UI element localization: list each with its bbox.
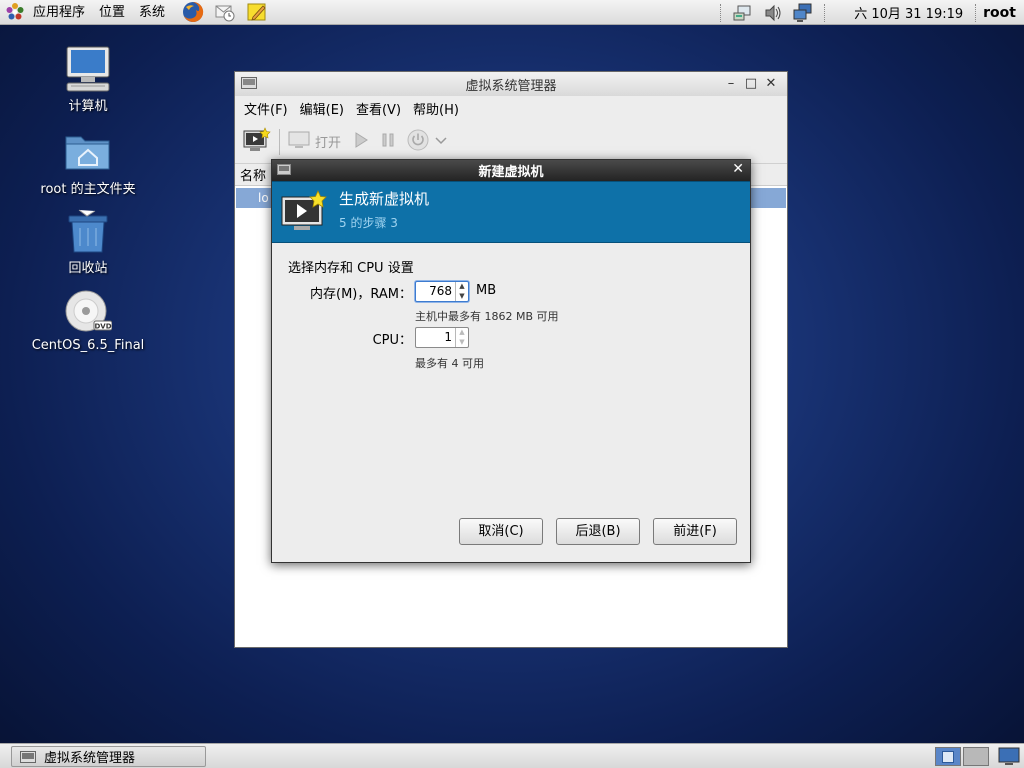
toolbar-separator [279,128,280,155]
places-menu[interactable]: 位置 [92,0,132,25]
menu-file[interactable]: 文件(F) [238,99,294,118]
dvd-icon: DVD [62,288,114,336]
monitor-icon [288,131,310,153]
maximize-button[interactable]: □ [741,74,761,94]
system-tray: 六 10月 31 19:19 root [714,0,1024,25]
new-vm-icon[interactable] [243,126,271,157]
network-printer-icon[interactable] [730,1,756,25]
dialog-header-title: 生成新虚拟机 [339,190,430,208]
desktop-icon-dvd[interactable]: DVD CentOS_6.5_Final [28,288,148,353]
memory-label: 内存(M)，RAM： [310,287,412,302]
menu-view[interactable]: 查看(V) [350,99,407,118]
shutdown-menu-button[interactable] [435,134,447,149]
tray-separator [720,3,722,22]
back-button[interactable]: 后退(B) [556,518,640,545]
menu-help[interactable]: 帮助(H) [407,99,465,118]
pause-button[interactable] [381,133,395,151]
toolbar: 打开 [235,120,787,164]
clock[interactable]: 六 10月 31 19:19 [832,3,975,22]
trash-icon [62,207,114,255]
cpu-stepper[interactable]: 1 ▲ ▼ [415,327,469,348]
home-folder-icon [62,128,114,176]
new-vm-dialog: 新建虚拟机 ✕ 生成新虚拟机 5 的步骤 3 选择内存和 CPU 设置 内存(M… [271,159,751,563]
taskbar-window-label: 虚拟系统管理器 [44,751,136,766]
cpu-stepper-arrows: ▲ ▼ [455,328,468,347]
cpu-input[interactable]: 1 [416,328,455,347]
applications-menu[interactable]: 应用程序 [26,0,92,25]
desktop-icon-computer[interactable]: 计算机 [28,45,148,114]
workspace-2[interactable] [963,747,989,766]
window-titlebar[interactable]: 虚拟系统管理器 – □ ✕ [235,72,787,96]
section-title: 选择内存和 CPU 设置 [288,261,414,276]
increment-arrow-icon[interactable]: ▲ [456,328,468,338]
chevron-down-icon [435,134,447,149]
cpu-label: CPU： [372,333,412,348]
window-controls: – □ ✕ [721,74,781,94]
forward-button[interactable]: 前进(F) [653,518,737,545]
taskbar-window-button[interactable]: 虚拟系统管理器 [11,746,206,767]
tray-separator [824,3,826,22]
computer-icon [62,45,114,93]
note-icon[interactable] [244,0,270,24]
open-label: 打开 [315,136,342,151]
show-desktop-icon[interactable] [998,746,1020,768]
window-title: 虚拟系统管理器 [465,78,557,94]
desktop-icon-label: root 的主文件夹 [40,182,136,197]
pause-icon [381,133,395,151]
panel-menu: 应用程序 位置 系统 [0,0,273,25]
run-button[interactable] [353,131,369,152]
user-switcher[interactable]: root [977,5,1024,21]
open-button[interactable]: 打开 [288,131,341,153]
workspace-1[interactable] [935,747,961,766]
decrement-arrow-icon[interactable]: ▼ [456,338,468,348]
dialog-titlebar[interactable]: 新建虚拟机 ✕ [272,160,750,181]
dialog-step-indicator: 5 的步骤 3 [339,216,398,230]
memory-input[interactable]: 768 [416,282,455,301]
decrement-arrow-icon[interactable]: ▼ [456,292,468,302]
menubar: 文件(F) 编辑(E) 查看(V) 帮助(H) [235,96,787,120]
svg-text:DVD: DVD [94,323,111,331]
memory-unit: MB [476,283,497,298]
applications-menu-icon[interactable] [4,0,26,24]
new-vm-icon [280,189,328,237]
top-panel: 应用程序 位置 系统 六 10月 31 19:19 root [0,0,1024,25]
firefox-icon[interactable] [180,0,206,24]
system-menu[interactable]: 系统 [132,0,172,25]
minimize-button[interactable]: – [721,74,741,94]
mail-clock-icon[interactable] [212,0,238,24]
play-icon [353,131,369,152]
bottom-panel: 虚拟系统管理器 [0,743,1024,768]
memory-stepper-arrows: ▲ ▼ [455,282,468,301]
dialog-close-button[interactable]: ✕ [732,161,744,177]
memory-stepper[interactable]: 768 ▲ ▼ [415,281,469,302]
memory-hint: 主机中最多有 1862 MB 可用 [415,310,559,323]
desktop-icon-home-folder[interactable]: root 的主文件夹 [28,128,148,197]
desktop-icon-label: 计算机 [68,99,108,114]
dialog-header-banner: 生成新虚拟机 5 的步骤 3 [272,181,750,243]
dialog-body: 选择内存和 CPU 设置 内存(M)，RAM： 768 ▲ ▼ MB 主机中最多… [272,243,750,563]
power-icon [407,129,429,155]
window-app-icon [20,750,36,763]
dialog-title: 新建虚拟机 [478,165,544,180]
close-button[interactable]: ✕ [761,74,781,94]
cpu-hint: 最多有 4 可用 [415,357,484,370]
volume-icon[interactable] [760,1,786,25]
cancel-button[interactable]: 取消(C) [459,518,543,545]
desktop-icon-label: 回收站 [68,261,108,276]
increment-arrow-icon[interactable]: ▲ [456,282,468,292]
desktop-icon-trash[interactable]: 回收站 [28,207,148,276]
menu-edit[interactable]: 编辑(E) [294,99,350,118]
network-icon[interactable] [790,1,816,25]
desktop-icon-label: CentOS_6.5_Final [31,338,145,353]
shutdown-button[interactable] [407,129,429,155]
